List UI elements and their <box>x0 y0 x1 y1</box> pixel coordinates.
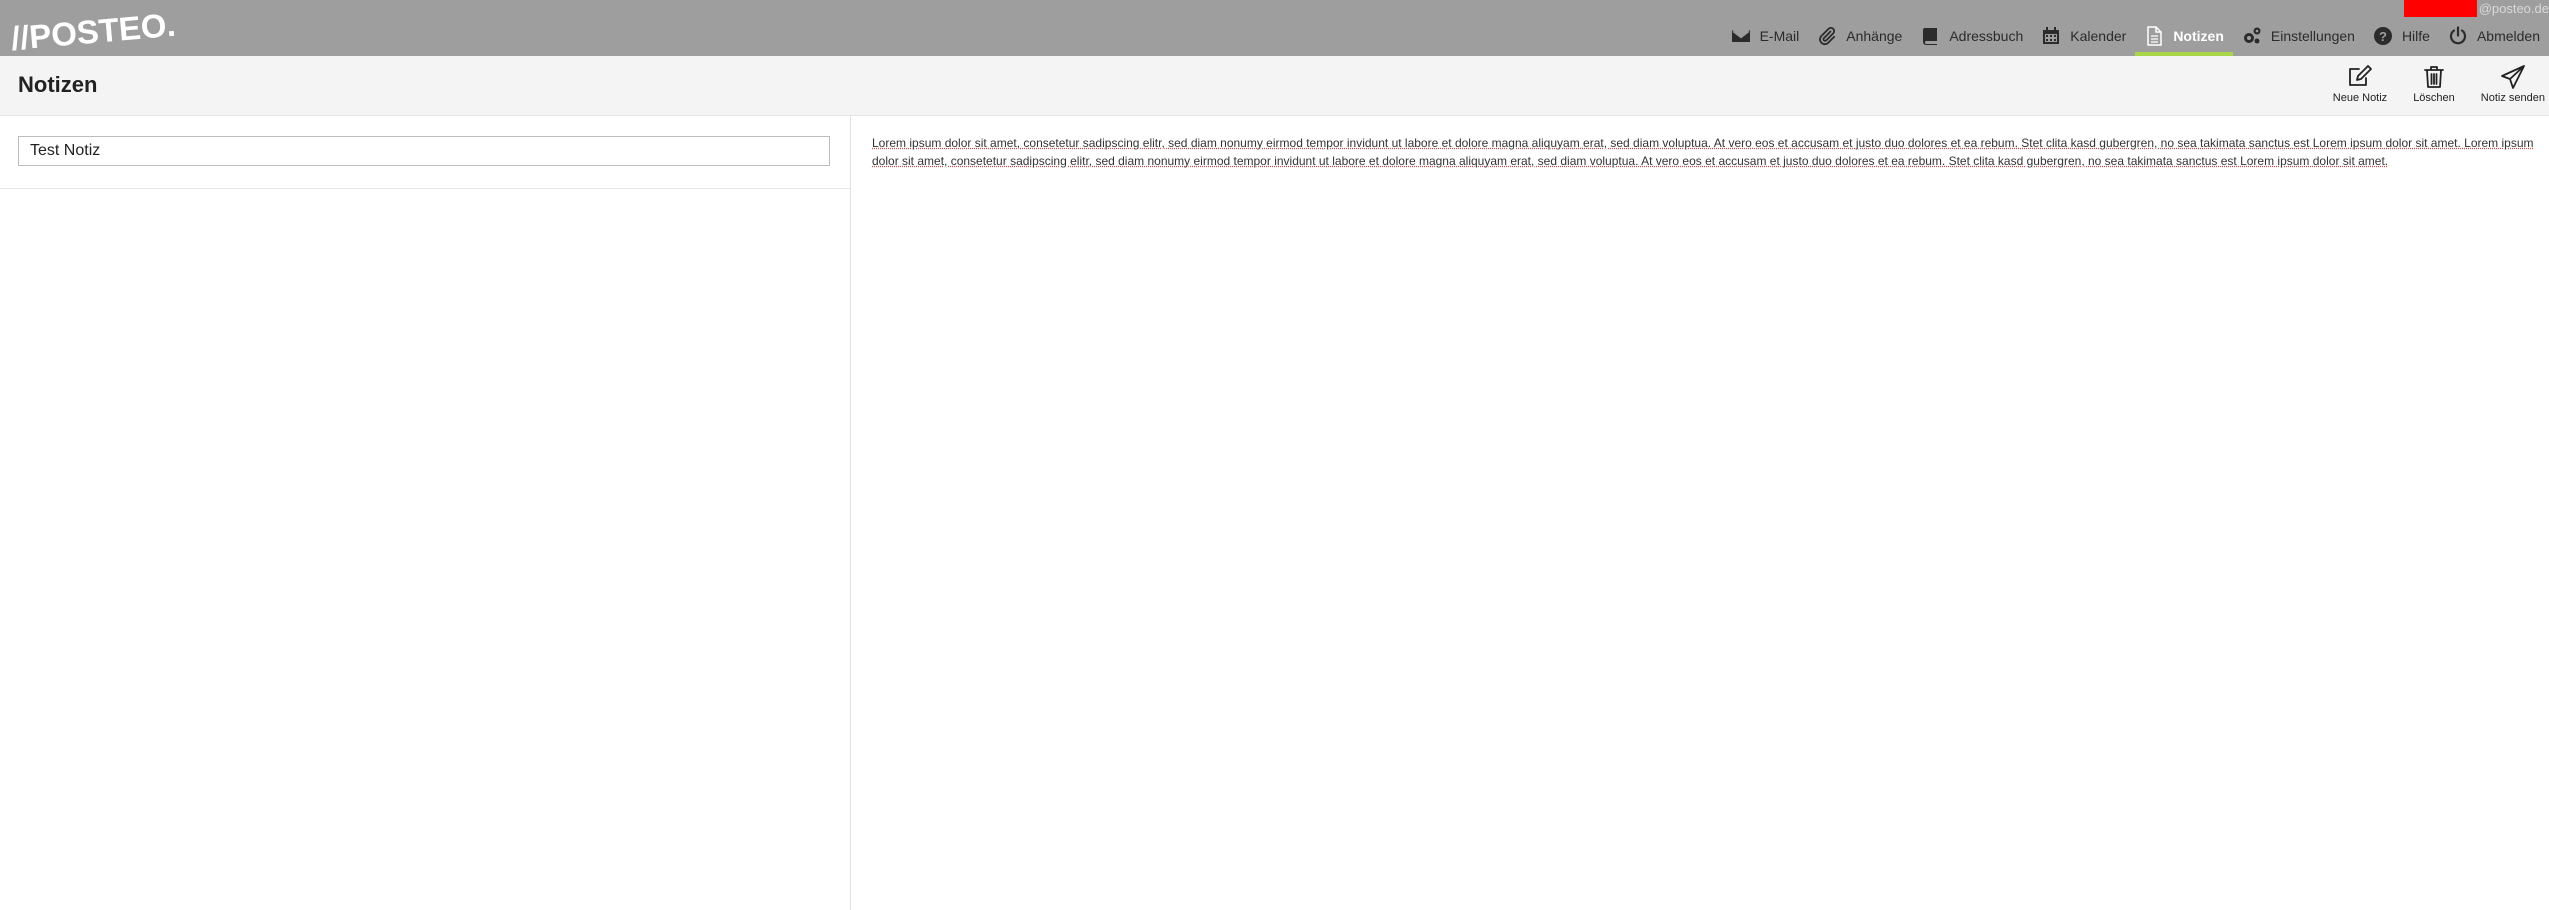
new-note-button[interactable]: Neue Notiz <box>2329 64 2391 104</box>
help-icon: ? <box>2373 27 2392 45</box>
calendar-icon <box>2043 27 2060 44</box>
account-indicator: @posteo.de <box>2403 0 2549 17</box>
edit-note-icon <box>2349 65 2372 86</box>
envelope-icon <box>1731 30 1750 42</box>
top-navigation-bar: //POSTEO. @posteo.de E-Mail Anhänge Adre… <box>0 0 2549 56</box>
nav-item-label: Abmelden <box>2476 28 2540 44</box>
nav-item-label: E-Mail <box>1759 28 1800 44</box>
nav-item-email[interactable]: E-Mail <box>1722 20 1809 52</box>
new-note-label: Neue Notiz <box>2332 92 2388 104</box>
send-icon <box>2500 65 2525 89</box>
posteo-logo[interactable]: //POSTEO. <box>12 10 182 56</box>
book-icon <box>1923 28 1938 45</box>
list-item[interactable] <box>0 116 850 189</box>
note-icon <box>2147 26 2163 46</box>
nav-item-help[interactable]: ? Hilfe <box>2364 20 2439 52</box>
note-body-text[interactable]: Lorem ipsum dolor sit amet, consetetur s… <box>872 134 2540 170</box>
note-title-input[interactable] <box>18 136 830 166</box>
notes-list-pane <box>0 116 851 910</box>
power-icon <box>2449 26 2467 45</box>
note-editor-pane[interactable]: Lorem ipsum dolor sit amet, consetetur s… <box>851 116 2549 910</box>
redacted-username <box>2403 0 2477 17</box>
nav-item-calendar[interactable]: Kalender <box>2032 20 2135 52</box>
nav-item-label: Hilfe <box>2401 28 2430 44</box>
nav-item-label: Adressbuch <box>1949 28 2024 44</box>
main-navigation: E-Mail Anhänge Adressbuch Kalender Notiz… <box>1722 20 2549 56</box>
nav-item-notes[interactable]: Notizen <box>2135 20 2233 56</box>
account-domain: @posteo.de <box>2478 1 2549 16</box>
delete-button[interactable]: Löschen <box>2409 64 2459 104</box>
nav-item-label: Einstellungen <box>2270 28 2355 44</box>
nav-item-attachments[interactable]: Anhänge <box>1808 20 1911 52</box>
notes-toolbar: Neue Notiz Löschen Notiz senden <box>2311 64 2549 104</box>
trash-icon <box>2424 66 2444 88</box>
page-title: Notizen <box>18 72 98 97</box>
svg-text:?: ? <box>2379 29 2387 44</box>
nav-item-logout[interactable]: Abmelden <box>2439 20 2549 52</box>
delete-label: Löschen <box>2413 92 2455 104</box>
page-header: Notizen Neue Notiz Löschen Notiz senden <box>0 56 2549 116</box>
svg-text://POSTEO.: //POSTEO. <box>12 10 177 56</box>
nav-item-label: Anhänge <box>1846 28 1903 44</box>
send-note-label: Notiz senden <box>2480 92 2545 104</box>
send-note-button[interactable]: Notiz senden <box>2477 64 2549 104</box>
paperclip-icon <box>1819 26 1836 46</box>
nav-item-addressbook[interactable]: Adressbuch <box>1911 20 2032 52</box>
nav-item-label: Notizen <box>2173 28 2224 44</box>
nav-item-label: Kalender <box>2070 28 2127 44</box>
gears-icon <box>2243 27 2261 44</box>
nav-item-settings[interactable]: Einstellungen <box>2233 20 2364 52</box>
